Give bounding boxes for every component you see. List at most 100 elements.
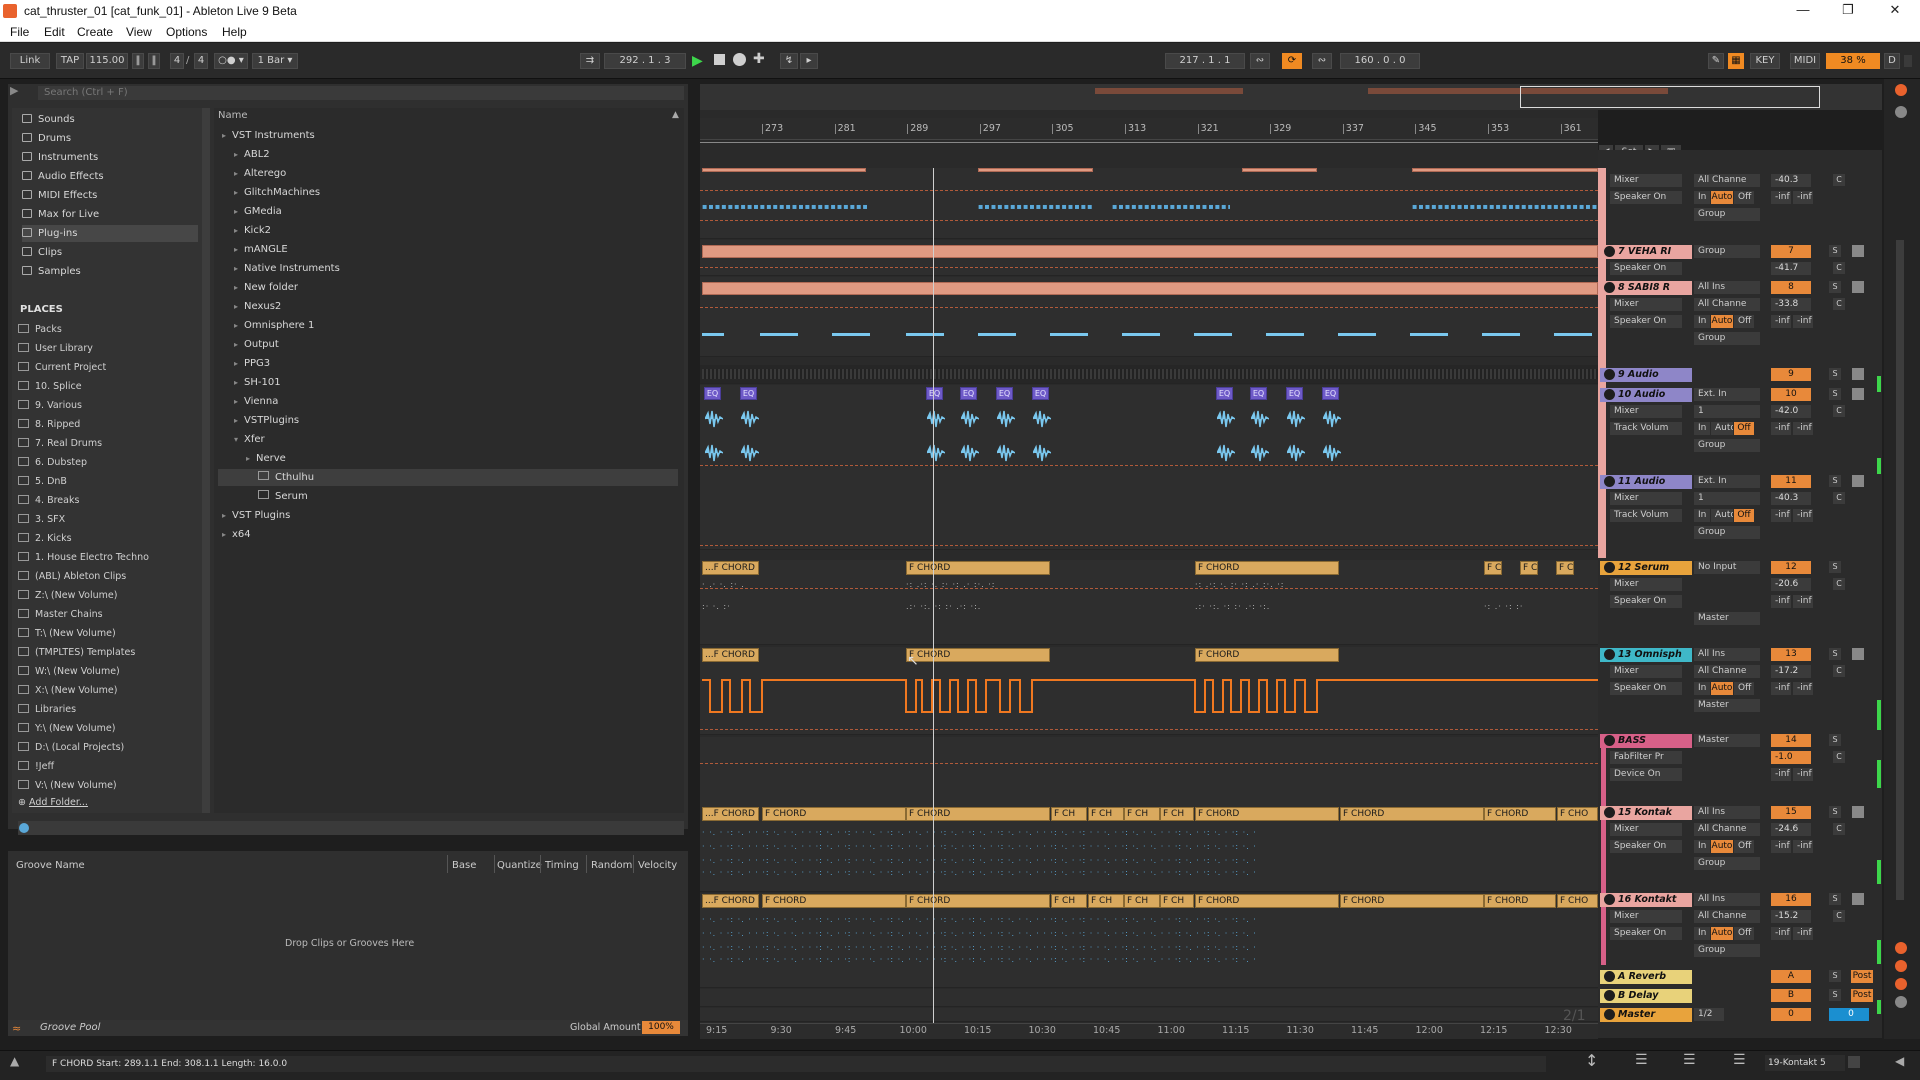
automation-envelope[interactable] [700,647,1598,735]
monitor-selector[interactable]: Track Volum [1610,422,1682,435]
loop-start-field[interactable]: 217 . 1 . 1 [1165,53,1245,69]
solo-button[interactable]: S [1829,561,1841,573]
input-channel-selector[interactable]: Mixer [1610,665,1682,678]
solo-button[interactable]: S [1829,806,1841,818]
track-lane-b-delay[interactable] [700,989,1598,1007]
category-sounds[interactable]: Sounds [22,111,198,128]
monitor-auto-button[interactable]: Auto [1711,191,1733,204]
file-tree-item[interactable]: ▸ PPG3 [218,355,678,372]
file-tree-item[interactable]: ▸ Alterego [218,165,678,182]
fchord-clip[interactable]: F CHO [1557,807,1598,821]
track-lane-10-audio[interactable]: EQ EQ EQ EQ EQ EQ EQ EQ EQ EQ [700,385,1598,550]
monitor-auto-button[interactable]: Auto [1711,927,1733,940]
crossfader-toggle-icon[interactable] [1895,996,1907,1008]
input-channel-selector[interactable]: Mixer [1610,910,1682,923]
monitor-selector[interactable]: Speaker On [1610,595,1682,608]
volume-field[interactable]: -20.6 [1771,578,1811,591]
solo-button[interactable]: S [1829,388,1841,400]
input-sub-selector[interactable]: All Channe [1694,910,1760,923]
track-header-12-serum[interactable]: 12 Serum [1600,561,1692,575]
track-lane-15-kontakt[interactable]: ...F CHORD F CHORD F CHORD F CH F CH F CH F CH… [700,806,1598,892]
nudge-up-button[interactable]: ‖ [148,53,160,69]
master-pan-field[interactable]: 0 [1829,1008,1869,1021]
arm-button[interactable] [1852,388,1864,400]
send-a-value[interactable]: -inf [1771,315,1791,328]
input-sub-selector[interactable]: 1 [1694,405,1760,418]
collapsed-arrow-icon[interactable]: ▸ [234,336,244,353]
tempo-field[interactable]: 115.00 [86,53,128,69]
device-on-selector[interactable]: Device On [1610,768,1682,781]
audio-dash-clip[interactable] [1338,333,1376,336]
monitor-off-button[interactable]: Off [1734,927,1754,940]
fit-to-window-icon[interactable]: ↕ [1585,1051,1598,1070]
eq-clip[interactable]: EQ [926,387,943,400]
send-a-value[interactable]: -inf [1771,191,1791,204]
audio-dash-clip[interactable] [906,333,944,336]
track-fold-icon[interactable] [1604,807,1615,818]
track-fold-icon[interactable] [1604,246,1615,257]
monitor-auto-button[interactable]: Auto [1711,840,1733,853]
file-tree-item[interactable]: ▸ Native Instruments [218,260,678,277]
output-selector[interactable]: Group [1694,857,1760,870]
audio-dash-clip[interactable] [1410,333,1448,336]
return-letter-button[interactable]: B [1771,989,1811,1002]
input-type-selector[interactable]: Ext. In [1694,388,1760,401]
overview-zoom-rectangle[interactable] [1520,86,1820,108]
eq-clip[interactable]: EQ [996,387,1013,400]
arm-button[interactable] [1852,475,1864,487]
mixer-toggle-icon[interactable] [1895,106,1907,118]
track-lane-8-sabi8[interactable] [700,277,1598,357]
audio-dash-clip[interactable] [1194,333,1232,336]
audio-dash-clip[interactable] [832,333,870,336]
clip[interactable] [702,168,866,172]
file-tree-item[interactable]: Serum [218,488,678,505]
preview-bar[interactable] [18,821,684,835]
maximize-icon[interactable]: ❐ [1835,2,1861,20]
file-tree-item[interactable]: ▸ Omnisphere 1 [218,317,678,334]
fchord-clip[interactable]: F CH [1160,807,1194,821]
file-tree-item[interactable]: ▸ Nexus2 [218,298,678,315]
place-item[interactable]: (ABL) Ableton Clips [18,568,198,585]
sends-toggle-icon[interactable] [1895,960,1907,972]
category-drums[interactable]: Drums [22,130,198,147]
eq-clip[interactable]: EQ [1322,387,1339,400]
track-lane-master[interactable] [700,1008,1598,1022]
eq-clip[interactable]: EQ [1286,387,1303,400]
category-max-for-live[interactable]: Max for Live [22,206,198,223]
place-item[interactable]: T:\ (New Volume) [18,625,198,642]
track-fold-icon[interactable] [1604,282,1615,293]
signature-numerator[interactable]: 4 [170,53,184,69]
place-item[interactable]: Libraries [18,701,198,718]
solo-button[interactable]: S [1829,475,1841,487]
clip[interactable] [978,168,1093,172]
track-lane-9-audio[interactable] [700,365,1598,384]
track-number-button[interactable]: 10 [1771,388,1811,401]
category-instruments[interactable]: Instruments [22,149,198,166]
back-to-arrangement-button[interactable]: ▸ [800,53,818,69]
fchord-clip[interactable]: F CHORD [1195,807,1339,821]
post-button[interactable]: Post [1851,970,1873,983]
place-item[interactable]: V:\ (New Volume) [18,777,198,794]
volume-field[interactable]: -1.0 [1771,751,1811,764]
input-channel-selector[interactable]: Mixer [1610,405,1682,418]
collapsed-arrow-icon[interactable]: ▸ [234,355,244,372]
audio-dash-clip[interactable] [1482,333,1520,336]
pan-knob[interactable]: C [1833,578,1845,590]
send-b-value[interactable]: -inf [1793,595,1813,608]
output-selector[interactable]: Group [1694,208,1760,221]
send-b-value[interactable]: -inf [1793,768,1813,781]
returns-toggle-icon[interactable] [1895,978,1907,990]
input-channel-selector[interactable]: Mixer [1610,492,1682,505]
track-lane-a-reverb[interactable] [700,970,1598,988]
fchord-clip[interactable]: F CHORD [762,894,906,908]
monitor-in-button[interactable]: In [1694,422,1710,435]
fchord-clip[interactable]: F CHORD [1340,894,1484,908]
clip[interactable] [1242,168,1317,172]
place-item[interactable]: 2. Kicks [18,530,198,547]
name-column-header[interactable]: Name [218,110,248,121]
solo-button[interactable]: S [1829,734,1841,746]
category-audio-effects[interactable]: Audio Effects [22,168,198,185]
loop-length-field[interactable]: 160 . 0 . 0 [1340,53,1420,69]
track-header-16-kontakt[interactable]: 16 Kontakt [1600,893,1692,907]
input-type-selector[interactable]: No Input [1694,561,1760,574]
